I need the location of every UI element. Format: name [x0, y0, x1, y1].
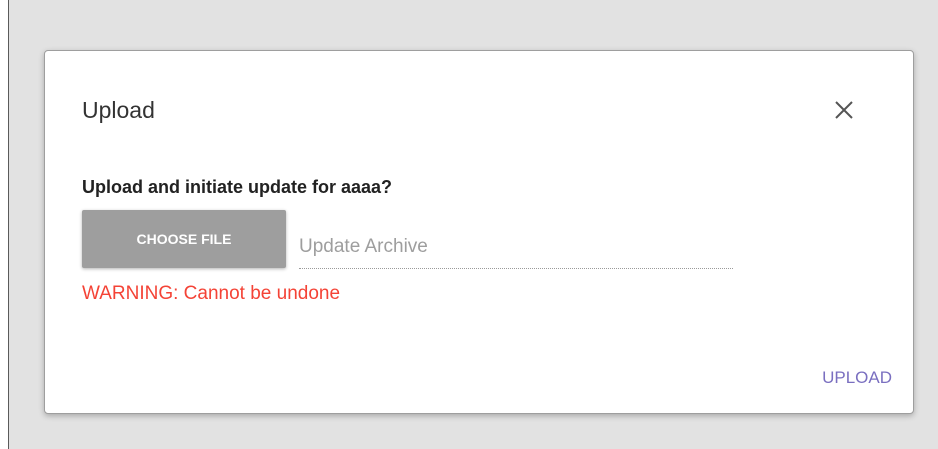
choose-file-button[interactable]: CHOOSE FILE	[82, 210, 286, 268]
close-icon	[835, 101, 853, 119]
update-archive-field	[299, 229, 733, 269]
dialog-title: Upload	[82, 97, 155, 123]
warning-text: WARNING: Cannot be undone	[82, 283, 341, 304]
upload-question: Upload and initiate update for aaaa?	[82, 177, 393, 197]
upload-dialog: Upload Upload and initiate update for aa…	[44, 50, 914, 414]
close-button[interactable]	[829, 95, 859, 125]
update-archive-input[interactable]	[299, 229, 733, 265]
upload-button[interactable]: UPLOAD	[800, 365, 892, 391]
